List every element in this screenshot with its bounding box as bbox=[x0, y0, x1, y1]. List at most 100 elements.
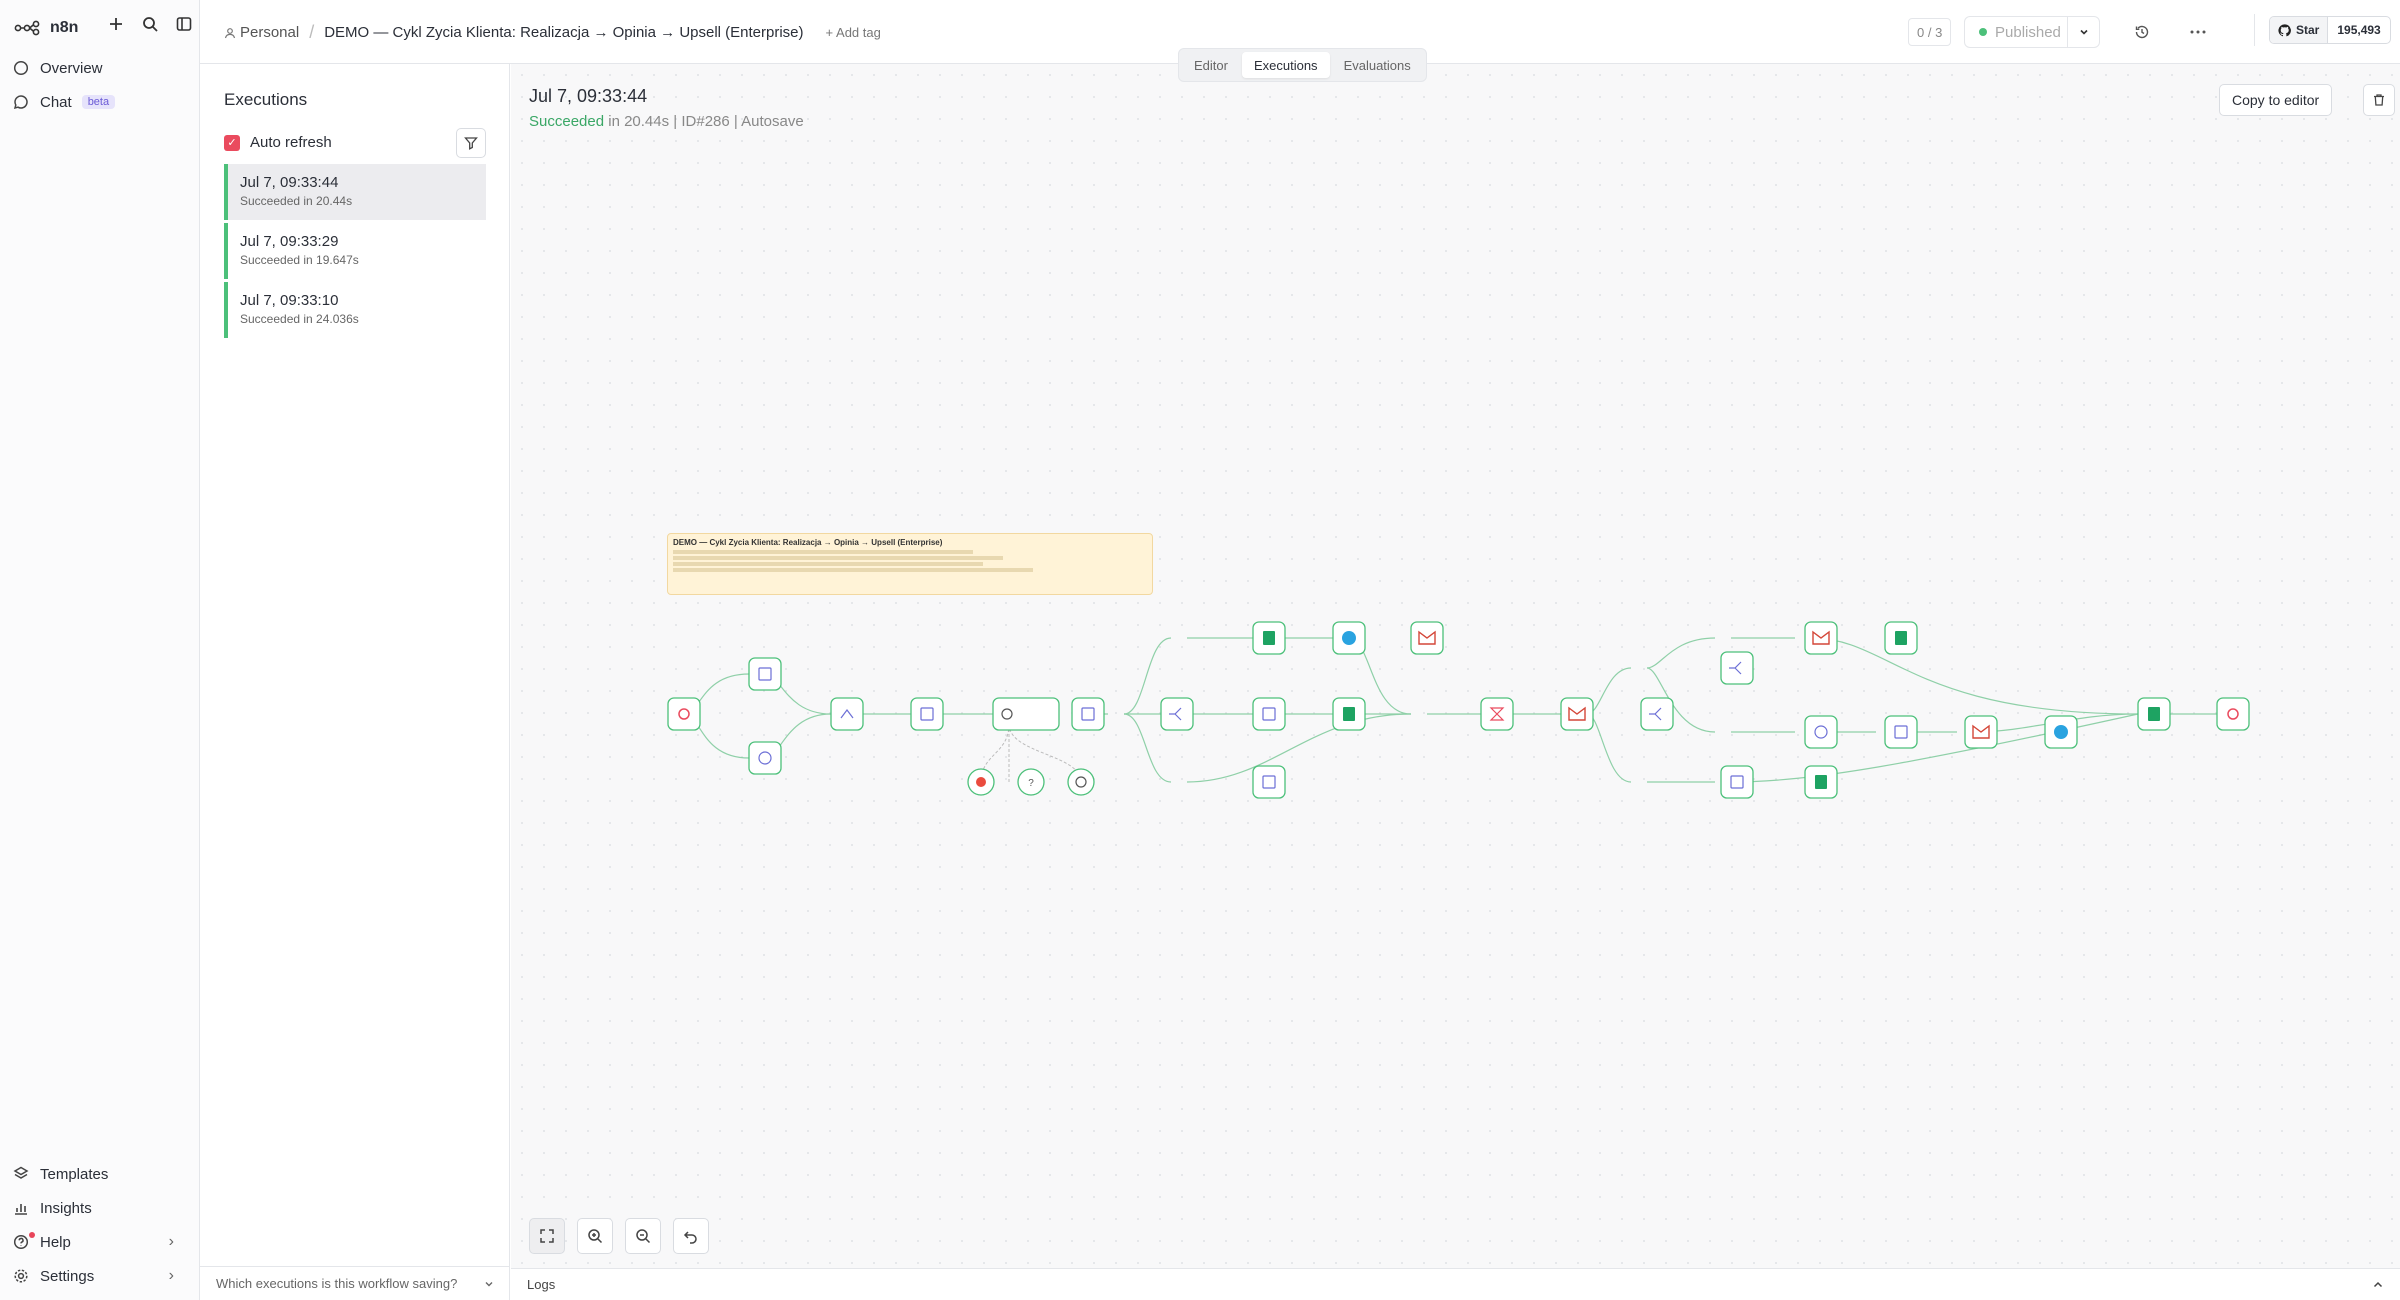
home-icon bbox=[12, 59, 30, 77]
execution-time: Jul 7, 09:33:10 bbox=[240, 292, 339, 309]
sidebar-item-label: Chat bbox=[40, 93, 72, 111]
execution-item[interactable]: Jul 7, 09:33:10 Succeeded in 24.036s bbox=[224, 282, 486, 338]
status-dot bbox=[1979, 28, 1987, 36]
undo-icon bbox=[683, 1231, 697, 1244]
sidebar-item-label: Settings bbox=[40, 1267, 95, 1285]
workflow-title[interactable]: DEMO — Cykl Zycia Klienta: Realizacja → … bbox=[324, 24, 803, 41]
workflow-node[interactable] bbox=[1252, 621, 1286, 655]
workflow-canvas[interactable]: Jul 7, 09:33:44 Succeeded in 20.44s | ID… bbox=[511, 64, 2400, 1268]
workflow-node[interactable] bbox=[2044, 715, 2078, 749]
sidebar-item-overview[interactable]: Overview bbox=[12, 54, 103, 82]
workflow-node[interactable] bbox=[1720, 765, 1754, 799]
workflow-node[interactable] bbox=[748, 741, 782, 775]
sidebar-item-settings[interactable]: Settings › bbox=[12, 1262, 188, 1290]
sidebar-item-help[interactable]: Help › bbox=[12, 1228, 188, 1256]
execution-status: Succeeded in 20.44s bbox=[240, 194, 353, 208]
workflow-node-trigger[interactable] bbox=[667, 697, 701, 731]
gear-icon bbox=[12, 1267, 30, 1285]
zoom-in-icon bbox=[588, 1229, 603, 1244]
chevron-up-icon[interactable] bbox=[2372, 1279, 2384, 1291]
workflow-node[interactable] bbox=[1804, 765, 1838, 799]
chat-bubble-icon bbox=[12, 93, 30, 111]
notification-dot bbox=[29, 1232, 35, 1238]
workflow-node-wait[interactable] bbox=[1480, 697, 1514, 731]
chevron-right-icon: › bbox=[168, 1233, 174, 1250]
more-options-button[interactable] bbox=[2186, 20, 2210, 44]
workflow-node-agent[interactable] bbox=[992, 697, 1060, 731]
execution-item[interactable]: Jul 7, 09:33:44 Succeeded in 20.44s bbox=[224, 164, 486, 220]
auto-refresh-toggle[interactable]: ✓ Auto refresh bbox=[224, 134, 332, 151]
zoom-out-button[interactable] bbox=[625, 1218, 661, 1254]
workflow-node[interactable] bbox=[1071, 697, 1105, 731]
reset-zoom-button[interactable] bbox=[673, 1218, 709, 1254]
tab-executions[interactable]: Executions bbox=[1241, 52, 1330, 78]
tab-editor[interactable]: Editor bbox=[1182, 52, 1240, 78]
workflow-node-router[interactable] bbox=[1720, 651, 1754, 685]
workflow-node-router[interactable] bbox=[1160, 697, 1194, 731]
sub-node-tool[interactable] bbox=[1067, 768, 1095, 796]
evaluation-counter: 0 / 3 bbox=[1908, 18, 1952, 46]
publish-dropdown-button[interactable] bbox=[2067, 17, 2099, 47]
workflow-node[interactable] bbox=[1804, 621, 1838, 655]
workflow-node[interactable] bbox=[1410, 621, 1444, 655]
user-icon bbox=[224, 27, 236, 38]
brand-logo[interactable]: n8n bbox=[14, 14, 78, 42]
workflow-node[interactable] bbox=[1804, 715, 1838, 749]
breadcrumb-project[interactable]: Personal bbox=[224, 24, 299, 41]
view-tabs: Editor Executions Evaluations bbox=[1178, 48, 1427, 82]
help-icon bbox=[12, 1232, 35, 1251]
svg-text:?: ? bbox=[1028, 778, 1034, 789]
workflow-node[interactable] bbox=[830, 697, 864, 731]
published-label: Published bbox=[1995, 23, 2061, 41]
sidebar-item-chat[interactable]: Chat beta bbox=[12, 88, 116, 116]
add-icon[interactable] bbox=[104, 12, 128, 36]
sub-node-model[interactable] bbox=[967, 768, 995, 796]
workflow-node[interactable] bbox=[1884, 715, 1918, 749]
logs-label: Logs bbox=[527, 1277, 556, 1292]
workflow-node-router[interactable] bbox=[1640, 697, 1674, 731]
search-icon[interactable] bbox=[138, 12, 162, 36]
auto-refresh-checkbox[interactable]: ✓ bbox=[224, 134, 240, 151]
saving-settings-link[interactable]: Which executions is this workflow saving… bbox=[200, 1266, 510, 1300]
tab-evaluations[interactable]: Evaluations bbox=[1332, 52, 1423, 78]
github-icon bbox=[2278, 23, 2291, 36]
sidebar-item-templates[interactable]: Templates bbox=[12, 1160, 108, 1188]
workflow-node[interactable] bbox=[1332, 697, 1366, 731]
execution-status: Succeeded in 24.036s bbox=[240, 312, 359, 326]
workflow-node[interactable] bbox=[1560, 697, 1594, 731]
breadcrumb-separator: / bbox=[309, 22, 315, 42]
workflow-node[interactable] bbox=[1332, 621, 1366, 655]
sub-node-memory[interactable]: ? bbox=[1017, 768, 1045, 796]
published-button[interactable]: Published bbox=[1965, 24, 2067, 41]
app-sidebar: n8n Overview Chat beta Templates Insight… bbox=[0, 0, 200, 1300]
workflow-graph: ? bbox=[667, 621, 2250, 799]
zoom-in-button[interactable] bbox=[577, 1218, 613, 1254]
workflow-node[interactable] bbox=[910, 697, 944, 731]
chevron-down-icon bbox=[485, 1281, 493, 1286]
filter-icon bbox=[464, 137, 478, 150]
github-star-count[interactable]: 195,493 bbox=[2328, 17, 2389, 43]
execution-time: Jul 7, 09:33:29 bbox=[240, 233, 339, 250]
executions-title: Executions bbox=[224, 90, 308, 109]
logs-bar[interactable]: Logs bbox=[511, 1268, 2400, 1300]
filter-button[interactable] bbox=[456, 128, 486, 158]
workflow-node-response[interactable] bbox=[2216, 697, 2250, 731]
workflow-node[interactable] bbox=[2137, 697, 2171, 731]
add-tag-button[interactable]: + Add tag bbox=[826, 25, 881, 40]
workflow-node[interactable] bbox=[1964, 715, 1998, 749]
fit-view-button[interactable] bbox=[529, 1218, 565, 1254]
history-button[interactable] bbox=[2130, 20, 2154, 44]
workflow-node[interactable] bbox=[748, 657, 782, 691]
workflow-node[interactable] bbox=[1884, 621, 1918, 655]
github-star-button[interactable]: Star bbox=[2270, 17, 2329, 43]
executions-panel: Executions ✓ Auto refresh Jul 7, 09:33:4… bbox=[200, 64, 510, 1300]
sidebar-toggle-icon[interactable] bbox=[172, 12, 196, 36]
zoom-out-icon bbox=[636, 1229, 651, 1244]
sidebar-item-label: Help bbox=[40, 1233, 71, 1251]
execution-item[interactable]: Jul 7, 09:33:29 Succeeded in 19.647s bbox=[224, 223, 486, 279]
workflow-node[interactable] bbox=[1252, 697, 1286, 731]
sidebar-item-insights[interactable]: Insights bbox=[12, 1194, 92, 1222]
workflow-node[interactable] bbox=[1252, 765, 1286, 799]
publish-control: Published bbox=[1964, 16, 2100, 48]
beta-badge: beta bbox=[81, 95, 116, 109]
